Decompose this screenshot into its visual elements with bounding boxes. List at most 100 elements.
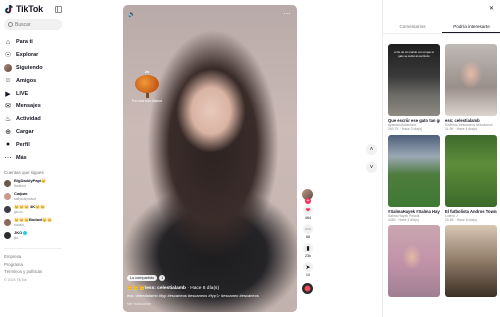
nav-item-explorar[interactable]: ☉ Explorar bbox=[3, 49, 69, 62]
volume-icon[interactable]: 🔈 bbox=[128, 11, 137, 18]
video-author[interactable]: 👑👑👑/ess: celestialamb bbox=[127, 286, 186, 291]
account-handle: safiya.alyousuf bbox=[14, 196, 36, 201]
like-count: 464 bbox=[304, 216, 312, 220]
footer-link-empresa[interactable]: Empresa bbox=[4, 254, 68, 262]
nav-label: Mensajes bbox=[16, 103, 41, 110]
nav-item-live[interactable]: ▶ LIVE bbox=[3, 87, 69, 100]
more-options-icon[interactable]: ⋯ bbox=[284, 10, 292, 18]
nav-label: Explorar bbox=[16, 52, 39, 59]
tree-icon bbox=[135, 75, 159, 93]
video-player[interactable]: 🔈 ⋯ 2x Por una cola blanca Lo compartido… bbox=[123, 5, 297, 312]
following-account[interactable]: 👑👑👑 4K👑👑 gio.cs bbox=[4, 203, 70, 216]
next-video-button[interactable]: ˅ bbox=[366, 162, 377, 173]
footer-link-terminos[interactable]: Términos y políticas bbox=[4, 269, 68, 277]
save-count: 23k bbox=[304, 254, 312, 258]
following-account[interactable]: JKO jko bbox=[4, 229, 70, 242]
video-thumbnail[interactable] bbox=[388, 225, 440, 298]
video-tags: Lo compartido 1 bbox=[127, 275, 166, 281]
card-stats: 260.7K · Hace 3 día(s) bbox=[388, 127, 423, 132]
tiktok-logo[interactable]: TikTok bbox=[4, 4, 43, 14]
shared-tag[interactable]: Lo compartido bbox=[127, 275, 158, 281]
video-hashtags[interactable]: ess: celestialamb #fyp #escaneos #escane… bbox=[127, 293, 295, 299]
compass-icon: ☉ bbox=[4, 52, 12, 60]
tree-sticker: 2x Por una cola blanca bbox=[132, 69, 162, 103]
avatar bbox=[4, 232, 11, 239]
chevron-down-icon: ˅ bbox=[369, 164, 374, 171]
video-frame bbox=[123, 5, 297, 312]
tiktok-logo-icon bbox=[4, 4, 13, 14]
video-thumbnail[interactable] bbox=[445, 44, 497, 116]
copyright: © 2024 TikTok bbox=[4, 278, 27, 283]
sidebar-footer: Empresa Programa Términos y políticas © … bbox=[4, 254, 68, 282]
share-button[interactable]: ➤ bbox=[303, 262, 313, 272]
chevron-up-icon: ˄ bbox=[369, 146, 374, 153]
brand-name: TikTok bbox=[16, 4, 43, 14]
video-caption: 👑👑👑/ess: celestialamb · Hace 6 día(s) es… bbox=[127, 286, 295, 306]
nav-item-cargar[interactable]: ⊕ Cargar bbox=[3, 126, 69, 139]
nav-label: Siguiendo bbox=[16, 64, 43, 71]
card-stats: 4450 · Hace 3 día(s) bbox=[388, 217, 419, 222]
nav-item-actividad[interactable]: ♨ Actividad bbox=[3, 113, 69, 126]
avatar bbox=[4, 180, 11, 187]
search-input[interactable] bbox=[15, 21, 61, 28]
card-stats: 11.9K · Hace 4 día(s) bbox=[445, 127, 477, 132]
nav-label: Más bbox=[16, 154, 27, 161]
tab-comentarios[interactable]: Comentarios bbox=[383, 22, 442, 33]
following-account[interactable]: BigDaddyPapi👑 tfoutfoot bbox=[4, 177, 70, 190]
comment-button[interactable]: ⋯ bbox=[303, 224, 313, 234]
video-thumbnail[interactable] bbox=[445, 225, 497, 298]
card-title[interactable]: El futbolista Andros Townsend sufrió un.… bbox=[445, 209, 497, 214]
nav-item-mas[interactable]: ⋯ Más bbox=[3, 151, 69, 164]
search-bar[interactable] bbox=[4, 19, 62, 30]
nav-label: Cargar bbox=[16, 128, 34, 135]
comment-count: 68 bbox=[305, 235, 311, 239]
tab-podria-interesarte[interactable]: Podría interesarte bbox=[442, 22, 500, 33]
like-button[interactable]: ❤ bbox=[303, 205, 313, 215]
divider bbox=[4, 248, 62, 249]
nav-label: Para ti bbox=[16, 39, 33, 46]
footer-link-programa[interactable]: Programa bbox=[4, 262, 68, 270]
video-thumbnail[interactable] bbox=[445, 134, 497, 207]
follow-plus-icon[interactable]: + bbox=[305, 198, 311, 204]
profile-icon: ● bbox=[5, 141, 11, 149]
recommended-video-card[interactable]: #SalmaHayek #Salma Hayek Pinault #Hayek.… bbox=[388, 134, 440, 223]
collapse-sidebar-button[interactable] bbox=[55, 6, 62, 13]
music-disc-icon[interactable] bbox=[302, 283, 313, 294]
recommended-video-card[interactable]: ess: celestialamb Бойтесь #escaneos #esc… bbox=[445, 44, 497, 132]
previous-video-button[interactable]: ˄ bbox=[366, 144, 377, 155]
nav-item-perfil[interactable]: ● Perfil bbox=[3, 138, 69, 151]
sidebar: TikTok ⌂ Para ti ☉ Explorar Siguiendo ☺ … bbox=[0, 0, 72, 317]
video-thumbnail[interactable]: el tío de mi marido con el que el gato s… bbox=[388, 44, 440, 116]
close-icon[interactable]: ✕ bbox=[489, 5, 494, 12]
upload-icon: ⊕ bbox=[5, 128, 11, 136]
avatar bbox=[4, 206, 11, 213]
following-account[interactable]: Сафия safiya.alyousuf bbox=[4, 190, 70, 203]
tag-count[interactable]: 1 bbox=[159, 275, 166, 281]
recommended-grid: el tío de mi marido con el que el gato s… bbox=[388, 44, 498, 298]
save-button[interactable]: ▮ bbox=[303, 243, 313, 253]
nav-item-para-ti[interactable]: ⌂ Para ti bbox=[3, 36, 69, 49]
recommended-video-card[interactable] bbox=[445, 225, 497, 298]
following-section-title: Cuentas que sigues bbox=[4, 170, 44, 175]
avatar bbox=[4, 219, 11, 226]
nav-item-siguiendo[interactable]: Siguiendo bbox=[3, 62, 69, 75]
creator-avatar[interactable]: + bbox=[301, 188, 314, 204]
nav-label: Amigos bbox=[16, 77, 37, 84]
account-handle: tfoutfoot bbox=[14, 183, 26, 188]
video-time: · Hace 6 día(s) bbox=[187, 286, 220, 291]
video-thumbnail[interactable] bbox=[388, 134, 440, 207]
bookmark-icon: ▮ bbox=[306, 245, 310, 252]
verified-badge-icon bbox=[23, 231, 28, 236]
card-title[interactable]: #SalmaHayek #Salma Hayek Pinault #Hayek.… bbox=[388, 209, 440, 214]
following-account[interactable]: 👑👑👑Bodaxi👑👑 bodaxi_ bbox=[4, 216, 70, 229]
friends-icon: ☺ bbox=[4, 77, 12, 85]
nav-item-mensajes[interactable]: ✉ Mensajes bbox=[3, 100, 69, 113]
recommended-video-card[interactable] bbox=[388, 225, 440, 298]
avatar-icon bbox=[4, 63, 12, 72]
see-translation-link[interactable]: Ver traducción bbox=[127, 302, 295, 306]
nav-item-amigos[interactable]: ☺ Amigos bbox=[3, 74, 69, 87]
message-icon: ✉ bbox=[5, 103, 11, 111]
recommended-video-card[interactable]: El futbolista Andros Townsend sufrió un.… bbox=[445, 134, 497, 223]
recommended-video-card[interactable]: el tío de mi marido con el que el gato s… bbox=[388, 44, 440, 132]
heart-icon: ❤ bbox=[305, 207, 311, 214]
